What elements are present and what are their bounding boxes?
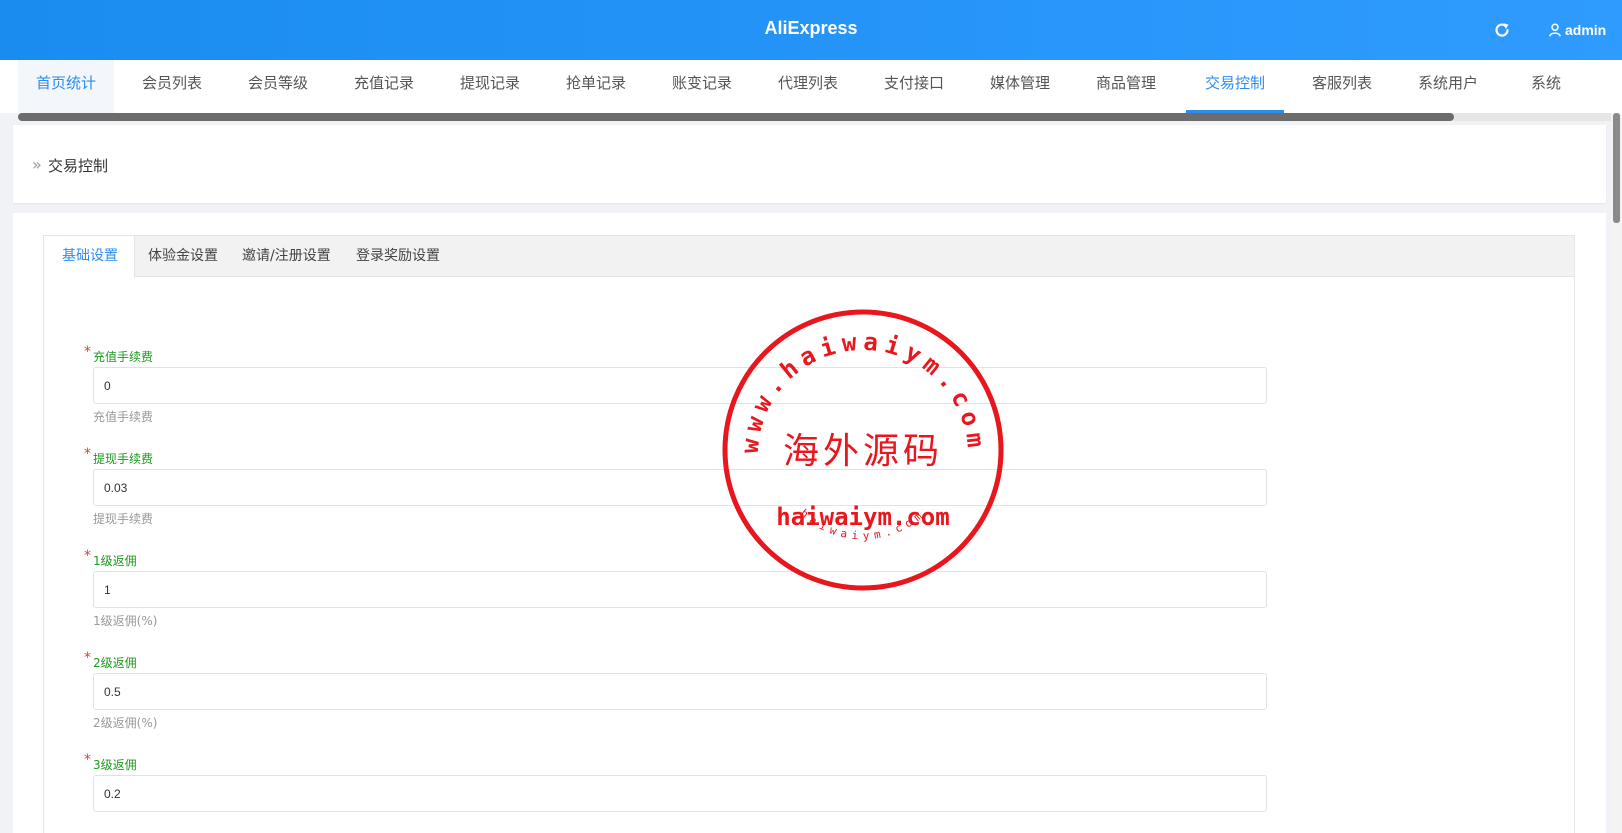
field-hint-level2-commission: 2级返佣(%) [93,716,158,730]
recharge-fee-input[interactable] [93,367,1267,404]
field-label-level3-commission: 3级返佣 [93,758,137,772]
nav-scroll-thumb[interactable] [18,113,1454,121]
breadcrumb: » 交易控制 [13,125,1606,203]
field-hint-level1-commission: 1级返佣(%) [93,614,158,628]
page-title: 交易控制 [48,157,109,175]
level3-commission-input[interactable] [93,775,1267,812]
app-title: AliExpress [764,18,858,38]
required-mark: * [84,650,91,666]
nav-item-system-users[interactable]: 系统用户 [1400,60,1496,113]
refresh-icon[interactable] [1493,21,1511,39]
nav-item-withdraw-records[interactable]: 提现记录 [442,60,538,113]
level2-commission-input[interactable] [93,673,1267,710]
tabs-header: 基础设置 体验金设置 邀请/注册设置 登录奖励设置 [44,236,1574,278]
level1-commission-input[interactable] [93,571,1267,608]
tab-login-reward-settings[interactable]: 登录奖励设置 [356,236,440,277]
tab-basic-settings[interactable]: 基础设置 [44,236,135,278]
nav-item-home-stats[interactable]: 首页统计 [18,60,114,113]
nav-item-payment-interface[interactable]: 支付接口 [866,60,962,113]
module-nav: 首页统计 会员列表 会员等级 充值记录 提现记录 抢单记录 账变记录 代理列表 … [0,60,1622,113]
nav-item-account-change-records[interactable]: 账变记录 [654,60,750,113]
top-header: AliExpress admin [0,0,1622,60]
field-label-level1-commission: 1级返佣 [93,554,137,568]
field-label-recharge-fee: 充值手续费 [93,350,154,364]
user-menu[interactable]: admin [1548,20,1606,40]
tab-trial-fund-settings[interactable]: 体验金设置 [148,236,218,277]
nav-item-system[interactable]: 系统 [1506,60,1586,113]
nav-item-trade-control[interactable]: 交易控制 [1186,60,1284,113]
nav-item-order-grab-records[interactable]: 抢单记录 [548,60,644,113]
field-label-level2-commission: 2级返佣 [93,656,137,670]
tab-invite-register-settings[interactable]: 邀请/注册设置 [242,236,331,277]
nav-item-member-level[interactable]: 会员等级 [230,60,326,113]
page-scrollbar[interactable] [1611,113,1622,833]
page-scroll-thumb[interactable] [1613,113,1620,223]
nav-item-recharge-records[interactable]: 充值记录 [336,60,432,113]
required-mark: * [84,446,91,462]
nav-item-member-list[interactable]: 会员列表 [124,60,220,113]
breadcrumb-separator: » [32,155,42,174]
required-mark: * [84,548,91,564]
field-hint-withdraw-fee: 提现手续费 [93,512,154,526]
username: admin [1565,22,1607,38]
nav-item-product-management[interactable]: 商品管理 [1078,60,1174,113]
withdraw-fee-input[interactable] [93,469,1267,506]
nav-scrollbar[interactable] [18,113,1614,121]
field-hint-recharge-fee: 充值手续费 [93,410,154,424]
settings-tabs: 基础设置 体验金设置 邀请/注册设置 登录奖励设置 * 充值手续费 充值手续费 … [43,235,1575,833]
required-mark: * [84,344,91,360]
field-label-withdraw-fee: 提现手续费 [93,452,154,466]
required-mark: * [84,752,91,768]
nav-item-customer-service-list[interactable]: 客服列表 [1294,60,1390,113]
nav-item-agent-list[interactable]: 代理列表 [760,60,856,113]
settings-card: 基础设置 体验金设置 邀请/注册设置 登录奖励设置 * 充值手续费 充值手续费 … [13,213,1606,833]
nav-item-media-management[interactable]: 媒体管理 [972,60,1068,113]
user-icon [1549,23,1561,37]
